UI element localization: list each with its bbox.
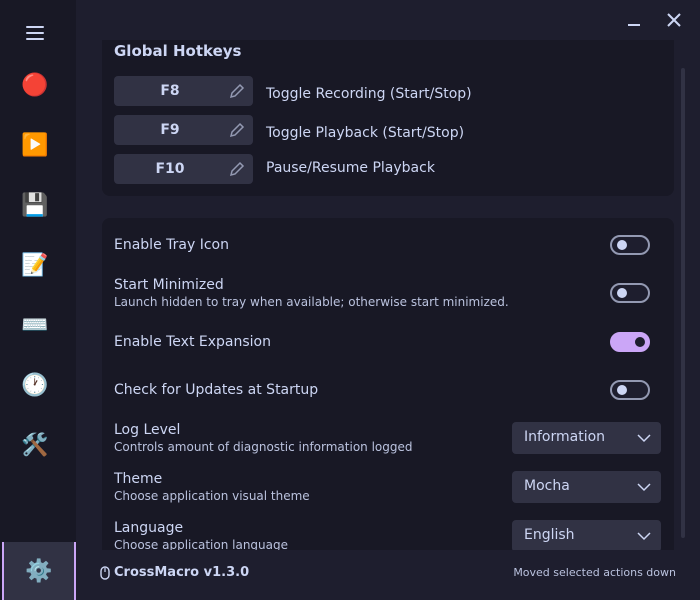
nav-hotkeys-button[interactable]: ⌨️ [0, 298, 70, 354]
toggle-knob [617, 288, 627, 298]
hotkey-record-button[interactable]: F8 [114, 76, 253, 106]
nav-editor-button[interactable]: 📝 [0, 238, 70, 294]
status-message: Moved selected actions down [513, 566, 676, 579]
nav-tools-button[interactable]: 🛠️ [0, 418, 70, 474]
pencil-icon[interactable] [229, 161, 245, 177]
chevron-down-icon [637, 532, 651, 541]
log-level-label: Log Level [114, 422, 181, 438]
log-level-description: Controls amount of diagnostic informatio… [114, 440, 413, 454]
minimized-label: Start Minimized [114, 277, 224, 293]
mouse-icon [100, 565, 110, 580]
toggle-knob [617, 240, 627, 250]
log-level-dropdown[interactable]: Information [512, 422, 661, 454]
pencil-icon[interactable] [229, 83, 245, 99]
nav-schedule-button[interactable]: 🕐 [0, 358, 70, 414]
text-expansion-label: Enable Text Expansion [114, 334, 271, 350]
hotkey-key: F8 [160, 83, 180, 99]
hotkey-record-description: Toggle Recording (Start/Stop) [266, 86, 472, 102]
pencil-icon[interactable] [229, 122, 245, 138]
hotkey-playback-description: Toggle Playback (Start/Stop) [266, 125, 465, 141]
sidebar: 🔴 ▶️ 💾 📝 ⌨️ 🕐 🛠️ ⚙️ [0, 0, 76, 600]
minimized-description: Launch hidden to tray when available; ot… [114, 295, 509, 309]
nav-playback-button[interactable]: ▶️ [0, 118, 70, 174]
tray-toggle[interactable] [610, 235, 650, 255]
language-dropdown[interactable]: English [512, 520, 661, 550]
close-button[interactable] [660, 8, 688, 32]
close-icon [667, 13, 681, 27]
hotkey-pause-button[interactable]: F10 [114, 154, 253, 184]
tray-label: Enable Tray Icon [114, 237, 229, 253]
minimize-button[interactable] [620, 8, 648, 32]
updates-label: Check for Updates at Startup [114, 382, 319, 398]
nav-save-button[interactable]: 💾 [0, 178, 70, 234]
hotkey-key: F9 [160, 122, 180, 138]
status-bar: CrossMacro v1.3.0 Moved selected actions… [76, 550, 700, 600]
chevron-down-icon [637, 483, 651, 492]
theme-value: Mocha [524, 478, 570, 494]
updates-toggle[interactable] [610, 380, 650, 400]
nav-settings-button[interactable]: ⚙️ [2, 542, 76, 600]
minimized-toggle[interactable] [610, 283, 650, 303]
app-name: CrossMacro v1.3.0 [114, 565, 250, 580]
general-settings-card: Enable Tray Icon Start Minimized Launch … [102, 218, 674, 550]
hotkey-playback-button[interactable]: F9 [114, 115, 253, 145]
toggle-knob [617, 385, 627, 395]
text-expansion-toggle[interactable] [610, 332, 650, 352]
minimize-icon [628, 24, 640, 26]
scrollbar[interactable] [681, 68, 685, 538]
hotkey-pause-description: Pause/Resume Playback [266, 160, 435, 176]
language-value: English [524, 527, 575, 543]
language-description: Choose application language [114, 538, 288, 550]
theme-label: Theme [114, 471, 163, 487]
settings-panel: Global Hotkeys F8 Toggle Recording (Star… [76, 40, 700, 550]
hotkeys-title: Global Hotkeys [114, 42, 242, 60]
theme-dropdown[interactable]: Mocha [512, 471, 661, 503]
hamburger-menu-icon[interactable] [26, 26, 44, 40]
chevron-down-icon [637, 434, 651, 443]
nav-record-button[interactable]: 🔴 [0, 58, 70, 114]
language-label: Language [114, 520, 184, 536]
app-info: CrossMacro v1.3.0 [100, 565, 249, 580]
toggle-knob [635, 337, 645, 347]
log-level-value: Information [524, 429, 606, 445]
theme-description: Choose application visual theme [114, 489, 310, 503]
hotkey-key: F10 [155, 161, 185, 177]
hotkeys-card: Global Hotkeys F8 Toggle Recording (Star… [102, 40, 674, 196]
